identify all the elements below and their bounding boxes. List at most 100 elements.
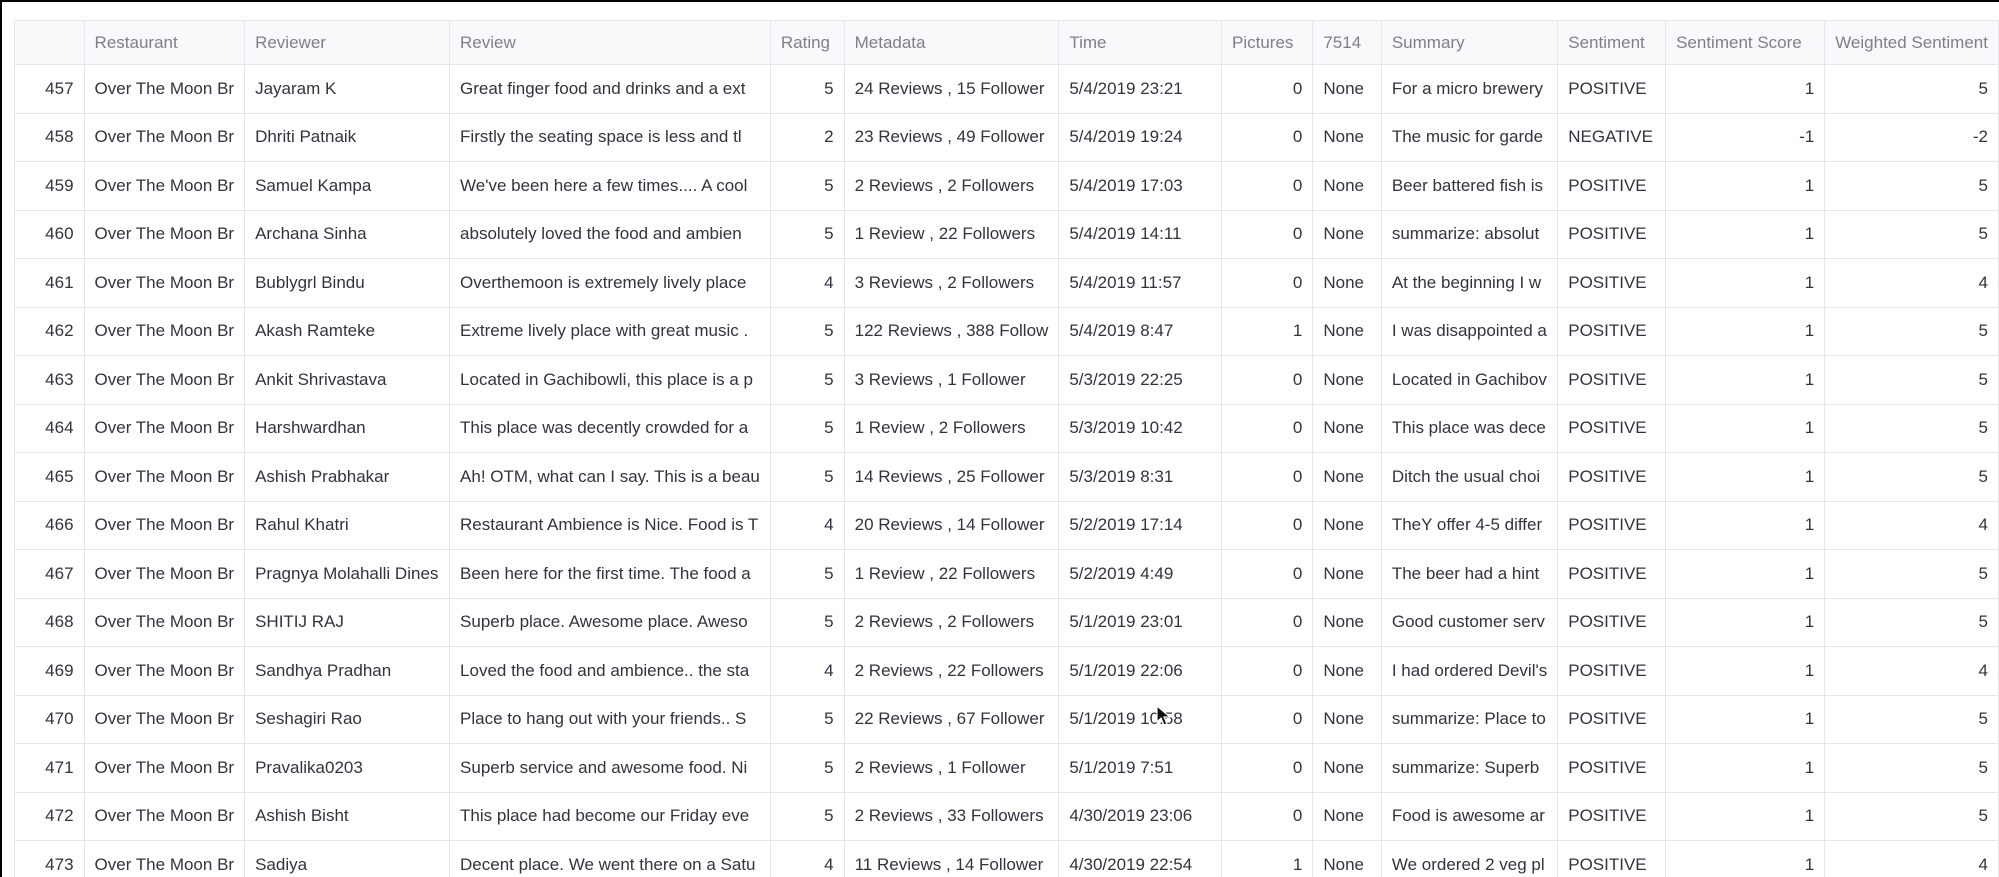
- table-row[interactable]: 473 Over The Moon Br Sadiya Decent place. W…: [14, 840, 1999, 877]
- column-header-pictures[interactable]: Pictures: [1220, 20, 1314, 65]
- column-header-review[interactable]: Review: [449, 20, 771, 65]
- cell-row-index[interactable]: 466: [14, 500, 85, 550]
- table-row[interactable]: 468 Over The Moon Br SHITIJ RAJ Superb plac…: [14, 597, 1999, 647]
- cell-rating[interactable]: 5: [769, 355, 845, 405]
- cell-rating[interactable]: 5: [769, 64, 845, 114]
- cell-review[interactable]: absolutely loved the food and ambien: [449, 209, 771, 259]
- cell-sentiment[interactable]: POSITIVE: [1557, 306, 1667, 356]
- cell-rating[interactable]: 4: [769, 840, 845, 877]
- column-header-sentiment[interactable]: Sentiment: [1557, 20, 1667, 65]
- cell-pictures[interactable]: 0: [1220, 258, 1314, 308]
- table-row[interactable]: 464 Over The Moon Br Harshwardhan This plac…: [14, 403, 1999, 453]
- cell-sentiment[interactable]: POSITIVE: [1557, 452, 1667, 502]
- cell-time[interactable]: 5/2/2019 4:49: [1058, 549, 1222, 599]
- cell-reviewer[interactable]: Pragnya Molahalli Dines: [244, 549, 451, 599]
- cell-pictures[interactable]: 1: [1220, 840, 1314, 877]
- cell-sentiment-score[interactable]: 1: [1665, 258, 1826, 308]
- cell-row-index[interactable]: 457: [14, 64, 85, 114]
- cell-restaurant[interactable]: Over The Moon Br: [83, 791, 246, 841]
- cell-weighted-sentiment[interactable]: 5: [1824, 355, 1999, 405]
- cell-sentiment-score[interactable]: 1: [1665, 549, 1826, 599]
- cell-time[interactable]: 5/3/2019 8:31: [1058, 452, 1222, 502]
- cell-7514[interactable]: None: [1312, 646, 1382, 696]
- table-row[interactable]: 462 Over The Moon Br Akash Ramteke Extreme …: [14, 306, 1999, 356]
- cell-pictures[interactable]: 0: [1220, 64, 1314, 114]
- table-row[interactable]: 461 Over The Moon Br Bublygrl Bindu Overthe…: [14, 258, 1999, 308]
- table-row[interactable]: 457 Over The Moon Br Jayaram K Great finger…: [14, 64, 1999, 114]
- cell-sentiment[interactable]: POSITIVE: [1557, 840, 1667, 877]
- cell-time[interactable]: 5/4/2019 23:21: [1058, 64, 1222, 114]
- cell-weighted-sentiment[interactable]: 4: [1824, 500, 1999, 550]
- table-row[interactable]: 463 Over The Moon Br Ankit Shrivastava Loca…: [14, 355, 1999, 405]
- cell-time[interactable]: 5/2/2019 17:14: [1058, 500, 1222, 550]
- cell-weighted-sentiment[interactable]: 5: [1824, 64, 1999, 114]
- table-row[interactable]: 465 Over The Moon Br Ashish Prabhakar Ah! O…: [14, 452, 1999, 502]
- cell-pictures[interactable]: 0: [1220, 452, 1314, 502]
- table-row[interactable]: 467 Over The Moon Br Pragnya Molahalli Din…: [14, 549, 1999, 599]
- cell-7514[interactable]: None: [1312, 355, 1382, 405]
- cell-restaurant[interactable]: Over The Moon Br: [83, 306, 246, 356]
- cell-7514[interactable]: None: [1312, 743, 1382, 793]
- cell-metadata[interactable]: 2 Reviews , 33 Followers: [843, 791, 1060, 841]
- cell-reviewer[interactable]: Akash Ramteke: [244, 306, 451, 356]
- cell-reviewer[interactable]: Rahul Khatri: [244, 500, 451, 550]
- cell-reviewer[interactable]: Bublygrl Bindu: [244, 258, 451, 308]
- data-table[interactable]: Restaurant Reviewer Review Rating Metada…: [14, 20, 1999, 877]
- cell-metadata[interactable]: 3 Reviews , 2 Followers: [843, 258, 1060, 308]
- cell-sentiment[interactable]: POSITIVE: [1557, 743, 1667, 793]
- cell-weighted-sentiment[interactable]: 4: [1824, 646, 1999, 696]
- cell-time[interactable]: 5/1/2019 23:01: [1058, 597, 1222, 647]
- cell-sentiment-score[interactable]: 1: [1665, 161, 1826, 211]
- cell-row-index[interactable]: 471: [14, 743, 85, 793]
- cell-row-index[interactable]: 460: [14, 209, 85, 259]
- cell-rating[interactable]: 5: [769, 161, 845, 211]
- cell-reviewer[interactable]: Ankit Shrivastava: [244, 355, 451, 405]
- cell-sentiment[interactable]: POSITIVE: [1557, 355, 1667, 405]
- cell-reviewer[interactable]: Sandhya Pradhan: [244, 646, 451, 696]
- cell-sentiment[interactable]: NEGATIVE: [1557, 112, 1667, 162]
- cell-review[interactable]: Place to hang out with your friends.. S: [449, 694, 771, 744]
- cell-reviewer[interactable]: Harshwardhan: [244, 403, 451, 453]
- cell-review[interactable]: Loved the food and ambience.. the sta: [449, 646, 771, 696]
- cell-reviewer[interactable]: Dhriti Patnaik: [244, 112, 451, 162]
- cell-time[interactable]: 4/30/2019 22:54: [1058, 840, 1222, 877]
- cell-summary[interactable]: The beer had a hint: [1380, 549, 1559, 599]
- cell-rating[interactable]: 5: [769, 452, 845, 502]
- cell-7514[interactable]: None: [1312, 791, 1382, 841]
- cell-summary[interactable]: At the beginning I w: [1380, 258, 1559, 308]
- cell-restaurant[interactable]: Over The Moon Br: [83, 646, 246, 696]
- cell-review[interactable]: Restaurant Ambience is Nice. Food is T: [449, 500, 771, 550]
- cell-review[interactable]: Great finger food and drinks and a ext: [449, 64, 771, 114]
- table-row[interactable]: 458 Over The Moon Br Dhriti Patnaik Firstly…: [14, 112, 1999, 162]
- cell-summary[interactable]: Good customer serv: [1380, 597, 1559, 647]
- cell-row-index[interactable]: 469: [14, 646, 85, 696]
- cell-rating[interactable]: 5: [769, 791, 845, 841]
- cell-7514[interactable]: None: [1312, 500, 1382, 550]
- cell-pictures[interactable]: 0: [1220, 161, 1314, 211]
- cell-7514[interactable]: None: [1312, 694, 1382, 744]
- cell-weighted-sentiment[interactable]: 5: [1824, 743, 1999, 793]
- cell-restaurant[interactable]: Over The Moon Br: [83, 549, 246, 599]
- cell-sentiment-score[interactable]: 1: [1665, 403, 1826, 453]
- cell-weighted-sentiment[interactable]: 5: [1824, 597, 1999, 647]
- cell-metadata[interactable]: 3 Reviews , 1 Follower: [843, 355, 1060, 405]
- cell-weighted-sentiment[interactable]: -2: [1824, 112, 1999, 162]
- cell-pictures[interactable]: 0: [1220, 112, 1314, 162]
- cell-pictures[interactable]: 0: [1220, 597, 1314, 647]
- cell-pictures[interactable]: 0: [1220, 209, 1314, 259]
- cell-pictures[interactable]: 0: [1220, 646, 1314, 696]
- cell-pictures[interactable]: 0: [1220, 355, 1314, 405]
- cell-sentiment-score[interactable]: 1: [1665, 64, 1826, 114]
- cell-time[interactable]: 5/3/2019 22:25: [1058, 355, 1222, 405]
- cell-summary[interactable]: The music for garde: [1380, 112, 1559, 162]
- cell-weighted-sentiment[interactable]: 4: [1824, 258, 1999, 308]
- cell-time[interactable]: 5/1/2019 7:51: [1058, 743, 1222, 793]
- cell-sentiment[interactable]: POSITIVE: [1557, 646, 1667, 696]
- cell-weighted-sentiment[interactable]: 5: [1824, 306, 1999, 356]
- cell-row-index[interactable]: 467: [14, 549, 85, 599]
- cell-metadata[interactable]: 24 Reviews , 15 Follower: [843, 64, 1060, 114]
- cell-review[interactable]: Decent place. We went there on a Satu: [449, 840, 771, 877]
- cell-restaurant[interactable]: Over The Moon Br: [83, 743, 246, 793]
- cell-review[interactable]: Located in Gachibowli, this place is a p: [449, 355, 771, 405]
- cell-restaurant[interactable]: Over The Moon Br: [83, 452, 246, 502]
